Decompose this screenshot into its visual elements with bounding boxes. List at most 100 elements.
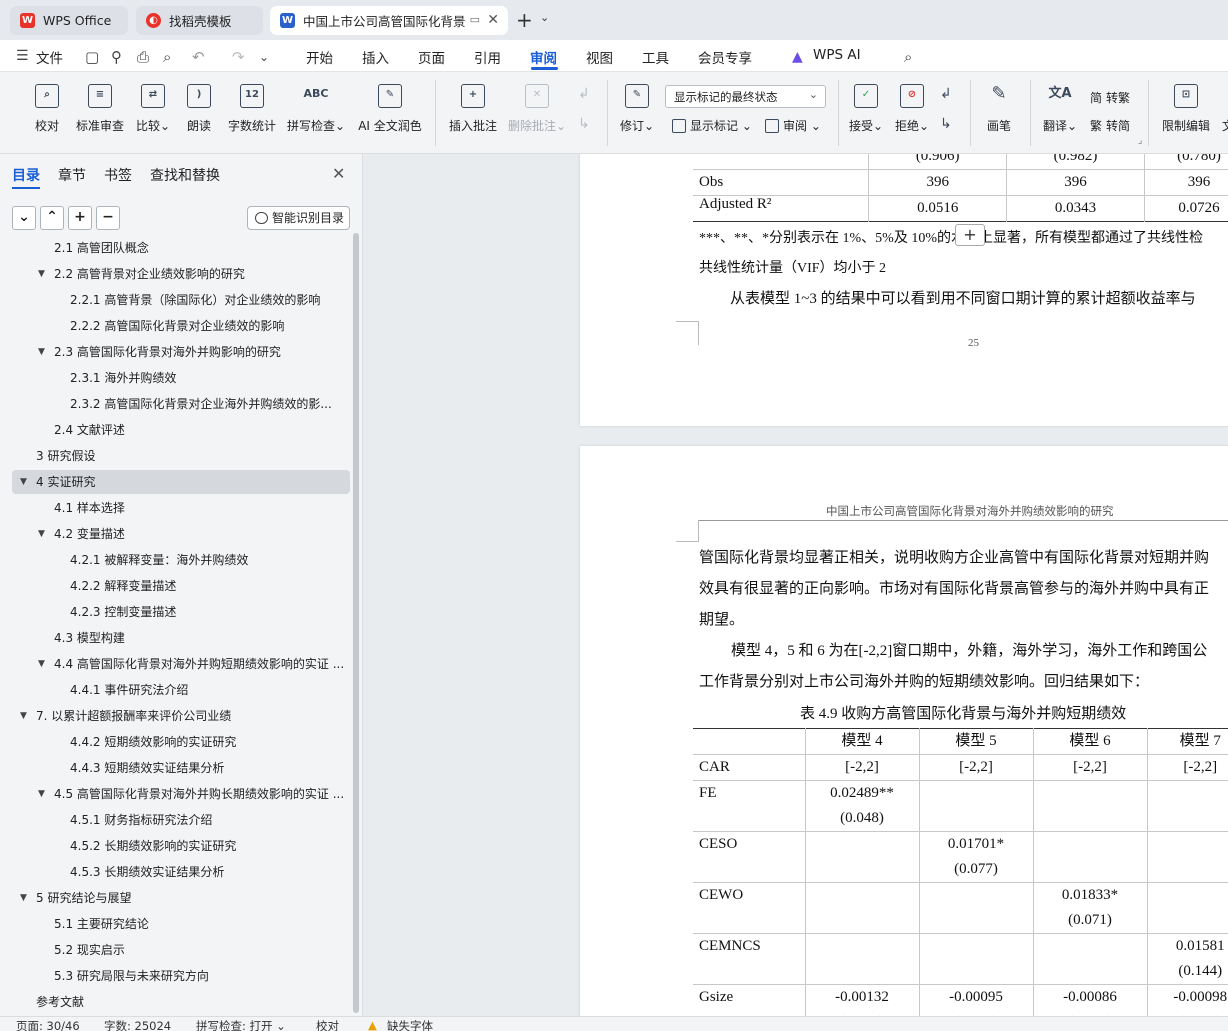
menu-references[interactable]: 引用	[474, 47, 501, 67]
to-simplified-button[interactable]: 繁转简	[1090, 117, 1130, 134]
read-aloud-button[interactable]: ) 朗读	[181, 72, 217, 154]
menu-tools[interactable]: 工具	[642, 47, 669, 67]
toc-item[interactable]: ▼ 4.2 变量描述	[12, 522, 350, 546]
toc-item[interactable]: ▼ 2.2 高管背景对企业绩效影响的研究	[12, 262, 350, 286]
toc-item[interactable]: 2.4 文献评述	[12, 418, 350, 442]
print-preview-icon[interactable]: ⌕	[163, 48, 171, 66]
to-traditional-button[interactable]: 简转繁	[1090, 89, 1130, 106]
undo-icon[interactable]: ↶	[192, 48, 205, 66]
menu-file[interactable]: 文件	[36, 47, 63, 67]
close-tab-icon[interactable]: ✕	[487, 12, 499, 28]
toc-item[interactable]: ▼ 4.5 高管国际化背景对海外并购长期绩效影响的实证 ...	[12, 782, 350, 806]
accept-button[interactable]: ✓ 接受⌄	[846, 72, 886, 154]
toc-item[interactable]: ▼ 4 实证研究	[12, 470, 350, 494]
track-changes-button[interactable]: ✎ 修订⌄	[617, 72, 657, 154]
page-counter[interactable]: 页面: 30/46	[16, 1018, 80, 1031]
expand-arrow-icon[interactable]: ▼	[38, 652, 45, 676]
toc-item[interactable]: ▼ 4.4 高管国际化背景对海外并购短期绩效影响的实证 ...	[12, 652, 350, 676]
save-icon[interactable]: ▢	[85, 48, 99, 66]
compare-button[interactable]: ⇄ 比较⌄	[133, 72, 173, 154]
menu-review[interactable]: 审阅	[530, 47, 557, 67]
nav-scrollbar[interactable]	[353, 233, 359, 1013]
ink-pen-button[interactable]: ✎ 画笔	[980, 72, 1018, 154]
search-icon[interactable]: ⌕	[904, 48, 912, 66]
nav-tab-toc[interactable]: 目录	[12, 165, 40, 185]
toc-item[interactable]: 4.5.3 长期绩效实证结果分析	[12, 860, 350, 884]
toc-item[interactable]: ▼ 7. 以累计超额报酬率来评价公司业绩	[12, 704, 350, 728]
tab-list-chevron-icon[interactable]: ⌄	[540, 11, 549, 24]
screen-icon[interactable]: ▭	[470, 13, 480, 26]
toc-item[interactable]: 5.3 研究局限与未来研究方向	[12, 964, 350, 988]
ribbon-expand-icon[interactable]: ⌟	[1138, 136, 1142, 146]
toc-item[interactable]: 2.3.2 高管国际化背景对企业海外并购绩效的影...	[12, 392, 350, 416]
toc-item[interactable]: 4.4.2 短期绩效影响的实证研究	[12, 730, 350, 754]
toc-item[interactable]: 4.5.1 财务指标研究法介绍	[12, 808, 350, 832]
toc-item[interactable]: 参考文献	[12, 990, 350, 1014]
tab-wps-office[interactable]: W WPS Office	[10, 6, 128, 35]
nav-tab-chapters[interactable]: 章节	[58, 165, 86, 185]
menu-page[interactable]: 页面	[418, 47, 445, 67]
collapse-level-button[interactable]: ⌄	[12, 206, 36, 230]
smart-toc-button[interactable]: 智能识别目录	[247, 206, 350, 230]
proofread-button[interactable]: ⌕ 校对	[27, 72, 67, 154]
translate-button[interactable]: 文A 翻译⌄	[1040, 72, 1080, 154]
toc-item[interactable]: 4.1 样本选择	[12, 496, 350, 520]
remove-heading-button[interactable]: −	[96, 206, 120, 230]
toc-item[interactable]: 4.4.1 事件研究法介绍	[12, 678, 350, 702]
toc-item[interactable]: 5.2 现实启示	[12, 938, 350, 962]
prev-change-icon[interactable]: ↲	[940, 86, 952, 102]
toc-item[interactable]: 3 研究假设	[12, 444, 350, 468]
expand-arrow-icon[interactable]: ▼	[38, 340, 45, 364]
expand-arrow-icon[interactable]: ▼	[20, 886, 27, 910]
expand-arrow-icon[interactable]: ▼	[38, 782, 45, 806]
expand-arrow-icon[interactable]: ▼	[20, 704, 27, 728]
word-count-button[interactable]: 12 字数统计	[224, 72, 280, 154]
toc-item[interactable]: 2.1 高管团队概念	[12, 240, 350, 260]
close-pane-icon[interactable]: ✕	[332, 164, 345, 183]
toc-item[interactable]: 4.2.3 控制变量描述	[12, 600, 350, 624]
next-comment-icon[interactable]: ↳	[578, 116, 590, 132]
tab-docer-templates[interactable]: ◐ 找稻壳模板	[136, 6, 263, 35]
expand-arrow-icon[interactable]: ▼	[38, 262, 45, 286]
toc-item[interactable]: 4.2.2 解释变量描述	[12, 574, 350, 598]
menu-member[interactable]: 会员专享	[698, 47, 752, 67]
toc-item[interactable]: 4.5.2 长期绩效影响的实证研究	[12, 834, 350, 858]
menu-home[interactable]: 开始	[306, 47, 333, 67]
toc-item[interactable]: 4.2.1 被解释变量：海外并购绩效	[12, 548, 350, 572]
redo-icon[interactable]: ↷	[232, 48, 245, 66]
toc-item[interactable]: ▼ 2.3 高管国际化背景对海外并购影响的研究	[12, 340, 350, 364]
ribbon-overflow-item[interactable]: 文	[1218, 72, 1228, 154]
word-counter[interactable]: 字数: 25024	[104, 1018, 171, 1031]
expand-level-button[interactable]: ⌃	[40, 206, 64, 230]
new-tab-icon[interactable]: +	[516, 8, 533, 32]
display-mode-select[interactable]: 显示标记的最终状态 ⌄	[665, 85, 826, 108]
restrict-editing-button[interactable]: ⊡ 限制编辑	[1158, 72, 1214, 154]
toc-item[interactable]: 4.4.3 短期绩效实证结果分析	[12, 756, 350, 780]
toc-item[interactable]: 2.3.1 海外并购绩效	[12, 366, 350, 390]
missing-font-status[interactable]: 缺失字体	[387, 1018, 433, 1031]
print-icon[interactable]: ⎙	[137, 48, 149, 66]
add-plus-icon[interactable]: +	[955, 224, 985, 246]
insert-comment-button[interactable]: + 插入批注	[445, 72, 501, 154]
delete-comment-button[interactable]: ✕ 删除批注⌄	[506, 72, 568, 154]
more-chevron-icon[interactable]: ⌄	[259, 50, 269, 64]
nav-tab-bookmarks[interactable]: 书签	[104, 165, 132, 185]
toc-item[interactable]: ▼ 5 研究结论与展望	[12, 886, 350, 910]
show-markup-button[interactable]: 显示标记 ⌄	[672, 117, 752, 134]
spell-check-button[interactable]: ABC 拼写检查⌄	[285, 72, 347, 154]
reject-button[interactable]: ⊘ 拒绝⌄	[892, 72, 932, 154]
toc-item[interactable]: 2.2.2 高管国际化背景对企业绩效的影响	[12, 314, 350, 338]
standard-review-button[interactable]: ≡ 标准审查	[73, 72, 127, 154]
share-icon[interactable]: ⚲	[111, 48, 122, 66]
add-heading-button[interactable]: +	[68, 206, 92, 230]
expand-arrow-icon[interactable]: ▼	[20, 470, 27, 494]
ai-polish-button[interactable]: ✎ AI 全文润色	[353, 72, 427, 154]
nav-tab-find-replace[interactable]: 查找和替换	[150, 165, 220, 185]
hamburger-menu-icon[interactable]: ☰	[16, 48, 29, 64]
expand-arrow-icon[interactable]: ▼	[38, 522, 45, 546]
toc-item[interactable]: 4.3 模型构建	[12, 626, 350, 650]
toc-item[interactable]: 2.2.1 高管背景（除国际化）对企业绩效的影响	[12, 288, 350, 312]
next-change-icon[interactable]: ↳	[940, 116, 952, 132]
spell-check-status[interactable]: 拼写检查: 打开 ⌄	[196, 1018, 286, 1031]
prev-comment-icon[interactable]: ↲	[578, 86, 590, 102]
